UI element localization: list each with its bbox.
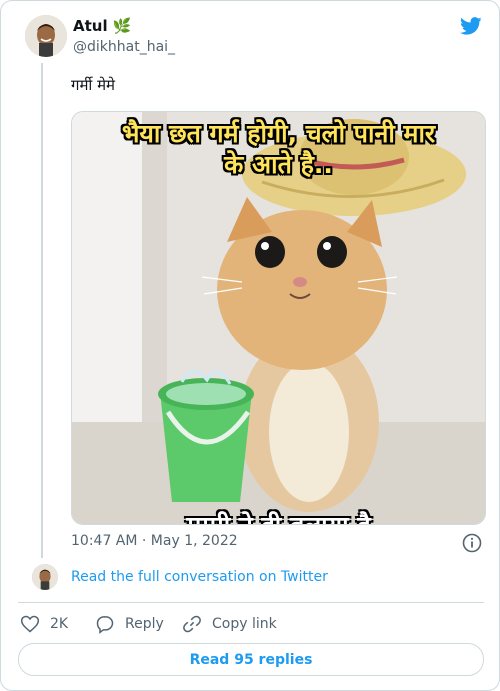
- meme-caption-line-2: के आते है..: [224, 150, 333, 179]
- tweet-card: Atul 🌿 @dikhhat_hai_ गर्मी मेमे भैया छत …: [0, 0, 500, 691]
- read-conversation-link[interactable]: Read the full conversation on Twitter: [71, 569, 328, 585]
- like-button[interactable]: 2K: [20, 614, 68, 634]
- thread-line: [41, 63, 43, 558]
- tweet-media-image[interactable]: भैया छत गर्म होगी, चलो पानी मार के आते ह…: [71, 111, 486, 525]
- meme-caption-line-1: भैया छत गर्म होगी, चलो पानी मार: [121, 119, 436, 148]
- info-icon[interactable]: [462, 533, 482, 553]
- read-replies-button[interactable]: Read 95 replies: [18, 643, 484, 676]
- heart-icon: [20, 615, 40, 633]
- author-avatar-small[interactable]: [32, 564, 58, 590]
- author-name[interactable]: Atul 🌿: [73, 17, 132, 35]
- twitter-bird-icon[interactable]: [458, 15, 484, 37]
- link-icon: [183, 615, 201, 633]
- like-count: 2K: [50, 616, 69, 632]
- copy-link-label: Copy link: [212, 616, 277, 632]
- author-handle[interactable]: @dikhhat_hai_: [73, 39, 175, 55]
- author-avatar[interactable]: [25, 15, 67, 57]
- reply-label: Reply: [125, 616, 164, 632]
- tweet-timestamp[interactable]: 10:47 AM · May 1, 2022: [71, 533, 238, 549]
- copy-link-button[interactable]: Copy link: [182, 614, 277, 634]
- tweet-text: गर्मी मेमे: [71, 76, 116, 94]
- divider: [18, 602, 484, 603]
- meme-caption-bottom: मम्मी ने ही बुलाया है: [72, 508, 485, 524]
- meme-caption-top: भैया छत गर्म होगी, चलो पानी मार के आते ह…: [72, 118, 485, 180]
- reply-button[interactable]: Reply: [95, 614, 164, 634]
- reply-icon: [96, 616, 114, 634]
